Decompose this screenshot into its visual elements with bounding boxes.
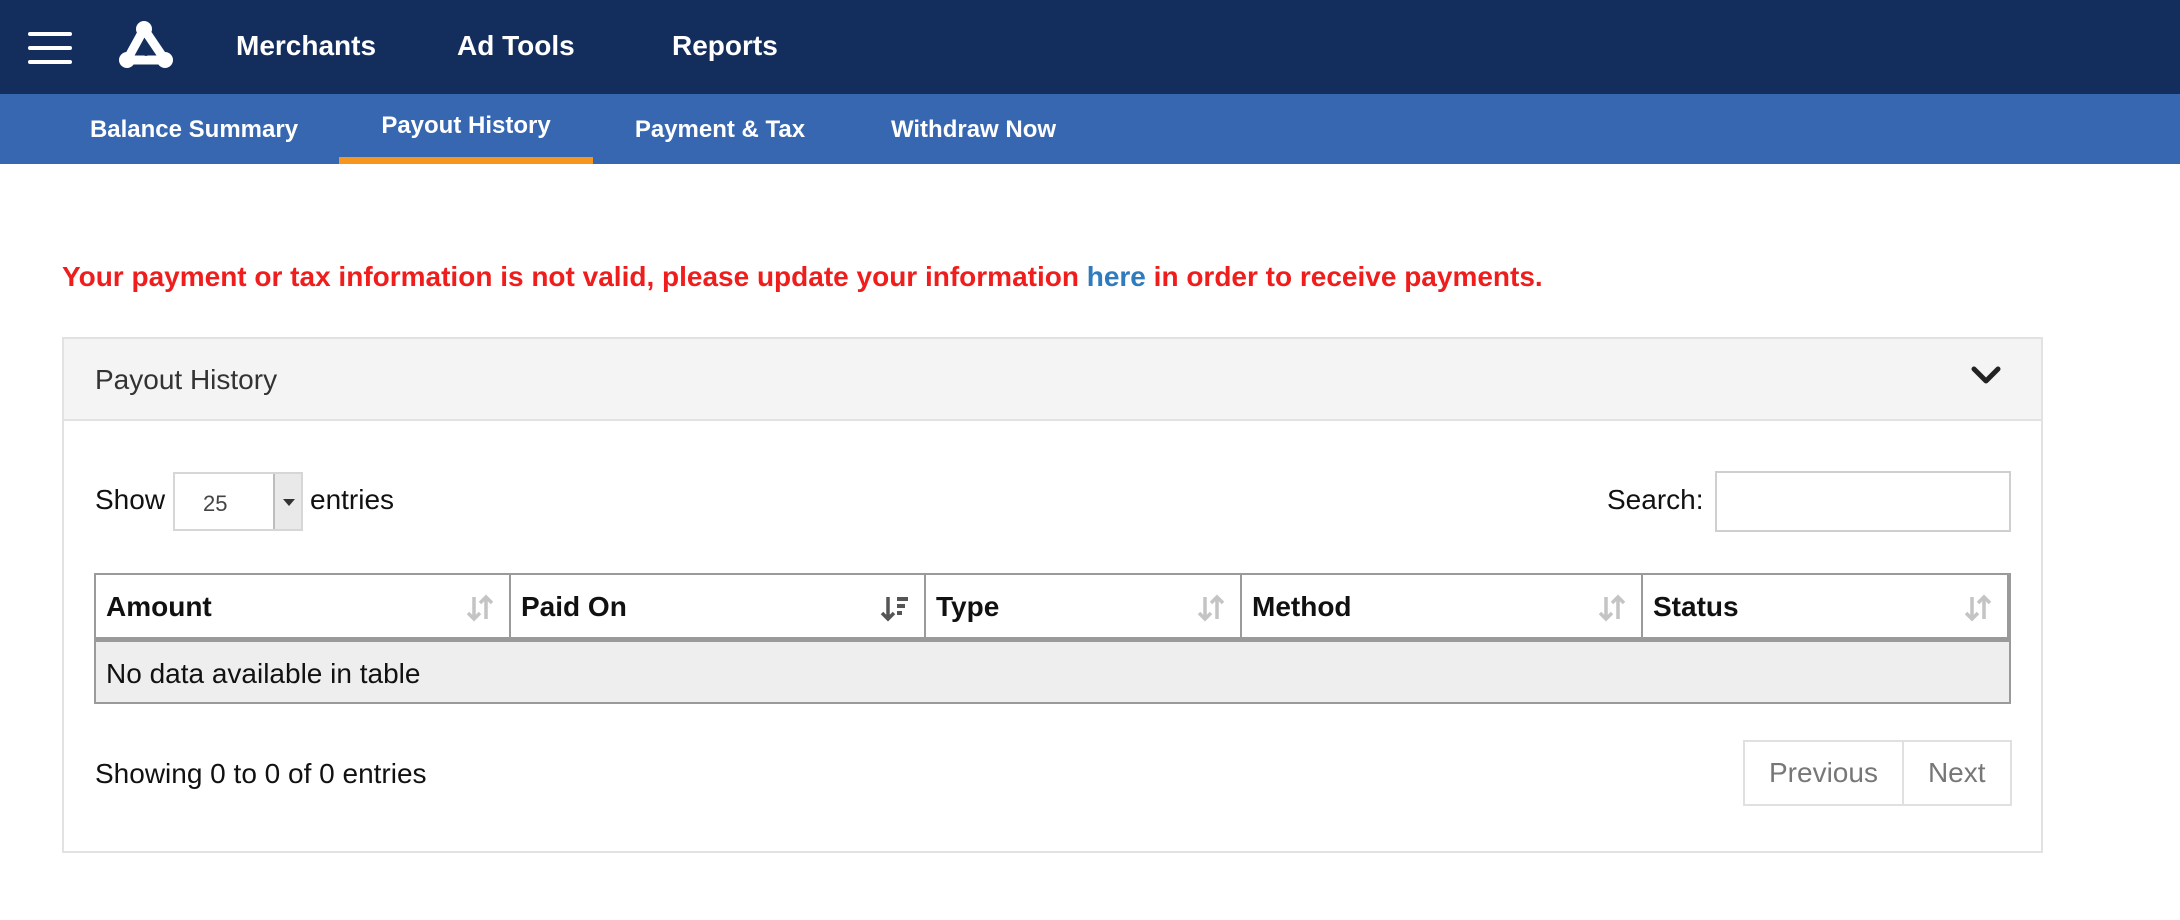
menu-icon[interactable] [28, 32, 72, 64]
chevron-down-icon[interactable] [1971, 365, 2001, 387]
pagination: Previous Next [1743, 740, 2012, 806]
column-header-amount[interactable]: Amount [96, 575, 511, 637]
dropdown-arrow-icon[interactable] [273, 474, 301, 529]
nav-ad-tools[interactable]: Ad Tools [457, 30, 575, 62]
panel-header[interactable]: Payout History [64, 339, 2041, 421]
nav-merchants[interactable]: Merchants [236, 30, 376, 62]
top-navbar: Merchants Ad Tools Reports [0, 0, 2180, 94]
column-header-type[interactable]: Type [926, 575, 1242, 637]
search-input[interactable] [1715, 471, 2011, 532]
table-row: No data available in table [96, 642, 2009, 702]
logo-icon[interactable] [116, 20, 176, 72]
show-label: Show [95, 484, 166, 515]
sort-both-icon [466, 594, 494, 622]
tab-payout-history[interactable]: Payout History [339, 94, 593, 164]
entries-per-page-value: 25 [203, 491, 228, 516]
next-page-button[interactable]: Next [1901, 742, 2010, 804]
update-info-link[interactable]: here [1087, 261, 1146, 292]
sort-both-icon [1964, 594, 1992, 622]
column-header-method[interactable]: Method [1242, 575, 1643, 637]
tab-balance-summary[interactable]: Balance Summary [60, 94, 328, 164]
sort-both-icon [1197, 594, 1225, 622]
panel-title: Payout History [95, 364, 278, 395]
entries-per-page-select[interactable]: 25 [173, 472, 303, 531]
sort-descending-icon [880, 597, 908, 622]
entries-label: entries [310, 484, 395, 515]
search-label: Search: [1607, 484, 1704, 515]
sub-navbar: Balance Summary Payout History Payment &… [0, 94, 2180, 164]
column-header-status[interactable]: Status [1643, 575, 2009, 637]
tab-withdraw-now[interactable]: Withdraw Now [870, 94, 1077, 164]
nav-reports[interactable]: Reports [672, 30, 778, 62]
payout-table: Amount Paid On Type Method Status No dat… [94, 573, 2011, 704]
table-info: Showing 0 to 0 of 0 entries [95, 758, 427, 789]
tab-payment-tax[interactable]: Payment & Tax [610, 94, 830, 164]
empty-table-message: No data available in table [106, 658, 421, 689]
previous-page-button[interactable]: Previous [1745, 742, 1902, 804]
payment-info-alert: Your payment or tax information is not v… [62, 261, 1543, 292]
column-header-paid-on[interactable]: Paid On [511, 575, 926, 637]
sort-both-icon [1598, 594, 1626, 622]
